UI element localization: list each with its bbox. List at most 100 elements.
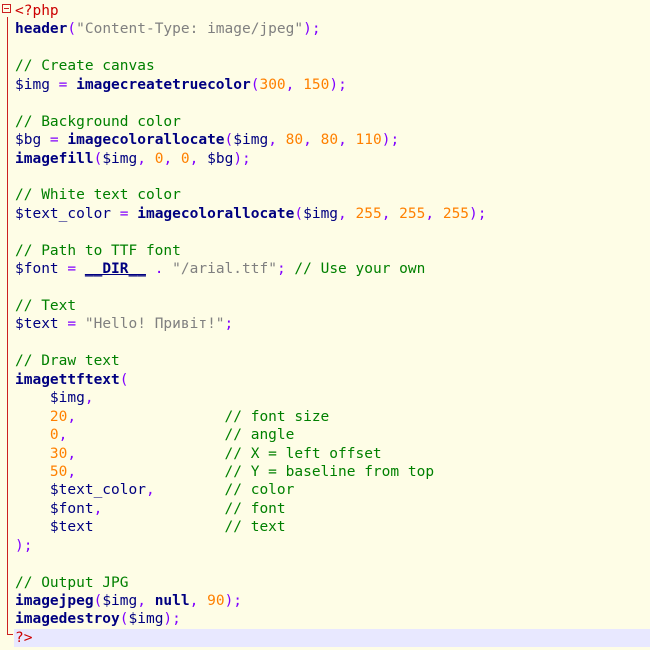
code-line[interactable]: imagedestroy($img); <box>15 610 650 628</box>
code-line[interactable]: $text = "Hello! Привіт!"; <box>15 315 650 333</box>
code-token-cmt: // Y = baseline from top <box>224 463 435 480</box>
code-line[interactable]: $text // text <box>15 518 650 536</box>
code-line[interactable]: // Path to TTF font <box>15 242 650 260</box>
code-token-cmt: // color <box>224 482 295 499</box>
code-token-op: , <box>67 463 77 480</box>
code-line[interactable]: ​ <box>15 168 650 186</box>
code-line[interactable]: // Create canvas <box>15 57 650 75</box>
code-token-tag: ?> <box>15 629 33 646</box>
code-token-cmt: // font size <box>224 408 330 425</box>
code-token-num: 300 <box>259 76 286 93</box>
code-line[interactable]: $bg = imagecolorallocate($img, 80, 80, 1… <box>15 131 650 149</box>
code-token-op: . <box>145 261 173 278</box>
code-token-op: ; <box>276 261 295 278</box>
code-token-var: $img <box>49 390 85 407</box>
code-line[interactable]: ​ <box>15 555 650 573</box>
code-token-cmt: // Use your own <box>294 261 426 278</box>
code-token-fn: header <box>15 21 68 38</box>
code-line[interactable]: 30, // X = left offset <box>15 445 650 463</box>
code-token-cmt: // Path to TTF font <box>15 242 181 259</box>
code-token-num: 50 <box>49 463 68 480</box>
code-line[interactable]: ​ <box>15 39 650 57</box>
code-token-var: $text <box>49 519 94 536</box>
code-line[interactable]: ?> <box>14 628 650 648</box>
code-line[interactable]: 0, // angle <box>15 426 650 444</box>
code-token-op: ); <box>224 593 243 609</box>
code-line[interactable]: // Text <box>15 297 650 315</box>
code-token-op: ); <box>381 132 400 149</box>
code-token-const: __DIR__ <box>84 261 146 278</box>
code-line[interactable]: ); <box>15 537 650 555</box>
code-token-fn: imagecreatetruecolor <box>76 76 251 93</box>
code-line[interactable]: $font = __DIR__ . "/arial.ttf"; // Use y… <box>15 260 650 278</box>
code-token-var: $img <box>102 150 138 167</box>
fold-collapse-icon[interactable] <box>2 4 11 13</box>
code-token-op: ( <box>119 371 129 388</box>
code-token-op: , <box>425 205 443 222</box>
code-token-str: "Content-Type: image/jpeg" <box>76 21 304 38</box>
code-token-op: = <box>111 205 138 222</box>
code-token-op: ( <box>294 205 304 222</box>
code-token-fn: imagefill <box>15 150 94 167</box>
code-token-op: , <box>84 390 94 407</box>
code-token-op: , <box>268 132 286 149</box>
code-token-num: 255 <box>399 205 426 222</box>
code-token-num: 110 <box>355 132 382 149</box>
code-line[interactable]: ​ <box>15 279 650 297</box>
code-token-op: ( <box>224 132 234 149</box>
code-line[interactable]: ​ <box>15 334 650 352</box>
code-token-var: $text_color <box>15 205 112 222</box>
fold-range-line <box>7 17 8 635</box>
code-token-var: $bg <box>207 150 234 167</box>
code-token-cmt: // White text color <box>15 187 181 204</box>
code-token-op: = <box>49 76 77 93</box>
code-line[interactable]: $img = imagecreatetruecolor(300, 150); <box>15 76 650 94</box>
code-token-var: $img <box>303 205 339 222</box>
code-line[interactable]: $font, // font <box>15 500 650 518</box>
code-line[interactable]: // Draw text <box>15 352 650 370</box>
code-token-str: "/arial.ttf" <box>172 261 277 278</box>
code-line[interactable]: ​ <box>15 94 650 112</box>
code-line[interactable]: <?php <box>15 2 650 20</box>
code-line[interactable]: imagejpeg($img, null, 90); <box>15 592 650 610</box>
code-token-fn: imagejpeg <box>15 593 94 609</box>
code-line[interactable]: $text_color, // color <box>15 481 650 499</box>
code-token-var: $bg <box>15 132 42 149</box>
code-line[interactable]: // White text color <box>15 186 650 204</box>
code-token-num: 20 <box>49 408 68 425</box>
code-token-op: , <box>338 205 356 222</box>
code-line[interactable]: ​ <box>15 223 650 241</box>
code-token-fn: imagedestroy <box>15 611 120 628</box>
code-line[interactable]: // Output JPG <box>15 574 650 592</box>
code-line[interactable]: $img, <box>15 389 650 407</box>
code-line[interactable]: $text_color = imagecolorallocate($img, 2… <box>15 205 650 223</box>
code-line[interactable]: header("Content-Type: image/jpeg"); <box>15 20 650 38</box>
fold-gutter <box>0 0 14 650</box>
code-line[interactable]: 50, // Y = baseline from top <box>15 463 650 481</box>
code-line[interactable]: imagefill($img, 0, 0, $bg); <box>15 150 650 168</box>
code-token-op: , <box>381 205 400 222</box>
code-line[interactable]: 20, // font size <box>15 408 650 426</box>
code-line[interactable]: imagettftext( <box>15 371 650 389</box>
code-token-fn: imagecolorallocate <box>137 205 295 222</box>
code-token-op: ); <box>15 537 33 554</box>
code-area[interactable]: <?php header("Content-Type: image/jpeg");… <box>14 2 650 648</box>
code-token-op: ); <box>469 205 487 222</box>
code-token-kw: null <box>154 593 190 609</box>
code-token-op: ); <box>233 150 251 167</box>
code-editor[interactable]: <?php header("Content-Type: image/jpeg");… <box>0 0 650 650</box>
code-token-op: , <box>303 132 321 149</box>
code-token-op: , <box>145 482 155 499</box>
code-token-var: $img <box>233 132 269 149</box>
code-token-op: = <box>41 132 68 149</box>
code-token-op: , <box>67 445 77 462</box>
code-token-op: , <box>137 150 155 167</box>
code-token-tag: <?php <box>15 3 59 19</box>
code-token-var: $text <box>15 316 59 333</box>
code-line[interactable]: // Background color <box>15 113 650 131</box>
